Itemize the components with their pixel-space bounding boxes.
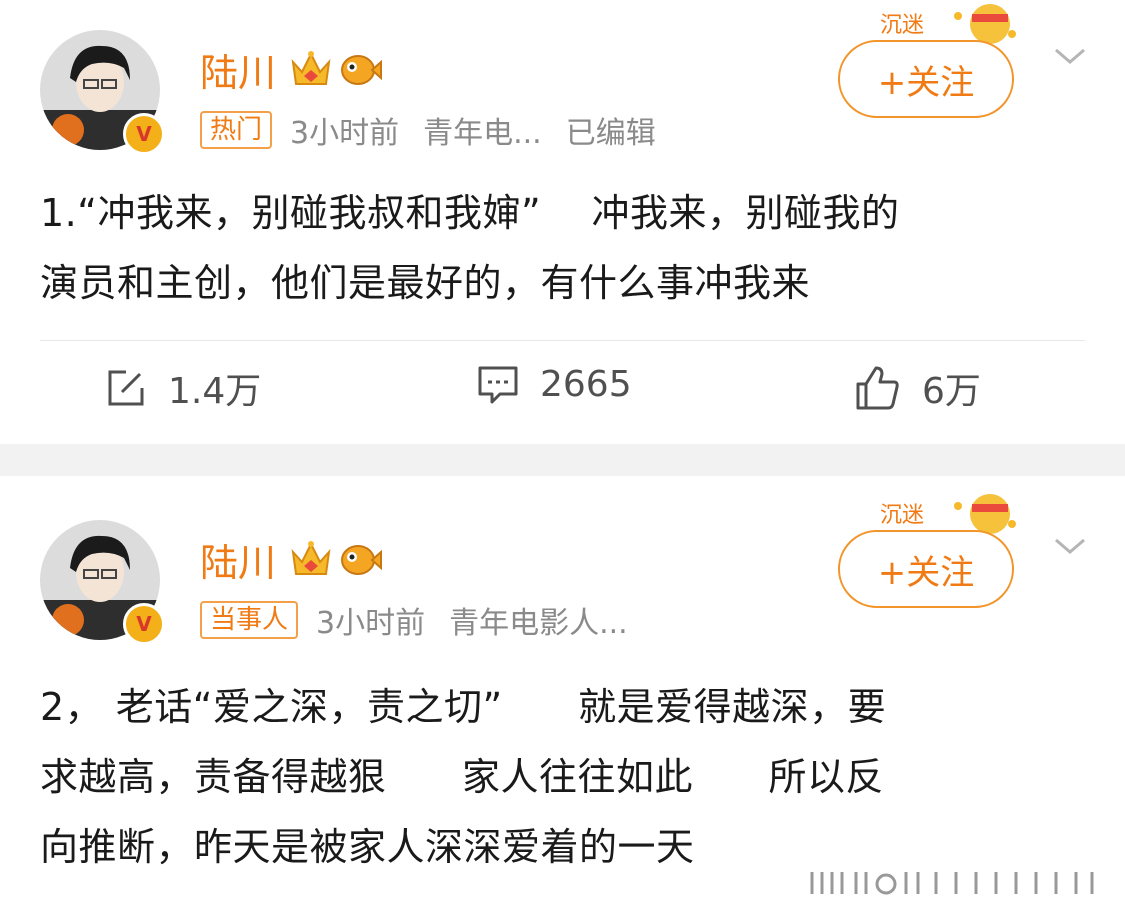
svg-text:沉迷: 沉迷 (880, 503, 924, 528)
action-bar: 1.4万 2665 6万 (0, 362, 1125, 422)
post-content: 1.“冲我来，别碰我叔和我婶” 冲我来，别碰我的 演员和主创，他们是最好的，有什… (40, 191, 900, 305)
author-name[interactable]: 陆川 (200, 532, 276, 587)
verified-v-icon: V (123, 113, 165, 155)
post-time: 3小时前 (316, 606, 426, 641)
chevron-down-icon[interactable] (1052, 44, 1088, 68)
like-button[interactable]: 6万 (854, 362, 981, 414)
party-tag[interactable]: 当事人 (200, 601, 299, 639)
author-avatar[interactable]: V (40, 30, 170, 160)
hot-tag[interactable]: 热门 (200, 111, 273, 149)
post-time: 3小时前 (290, 116, 400, 151)
chevron-down-icon[interactable] (1052, 534, 1088, 558)
author-name[interactable]: 陆川 (200, 42, 276, 97)
like-count: 6万 (922, 371, 981, 412)
post-meta: 热门 3小时前 青年电... 已编辑 (200, 108, 656, 152)
comment-button[interactable]: 2665 (476, 362, 632, 406)
repost-button[interactable]: 1.4万 (104, 362, 261, 414)
follow-button[interactable]: +关注 (838, 40, 1014, 118)
svg-text:沉迷: 沉迷 (880, 13, 924, 38)
fish-icon (341, 54, 383, 85)
crown-icon (291, 50, 331, 85)
divider (40, 340, 1085, 341)
post-content: 2， 老话“爱之深，责之切” 就是爱得越深，要 求越高，责备得越狠 家人往往如此… (40, 685, 887, 869)
edit-square-icon (108, 370, 144, 406)
author-name-row: 陆川 (200, 532, 383, 587)
comment-bubble-icon (478, 366, 518, 404)
post-separator (0, 444, 1125, 476)
post-source[interactable]: 青年电影人... (449, 598, 628, 642)
post-source[interactable]: 青年电... (423, 108, 542, 152)
verified-v-icon: V (123, 603, 165, 645)
post-meta: 当事人 3小时前 青年电影人... (200, 598, 628, 642)
author-name-row: 陆川 (200, 42, 383, 97)
edited-label: 已编辑 (565, 116, 656, 151)
weibo-post-2: V 陆川 当事人 3小时前 青年电影人... 沉迷 +关注 2， 老话“爱之深，… (0, 476, 1125, 921)
fish-icon (341, 544, 383, 575)
follow-button[interactable]: +关注 (838, 530, 1014, 608)
weibo-post-1: V 陆川 热门 3小时前 青年电... 已编辑 沉迷 +关注 1.“冲我来，别碰… (0, 0, 1125, 444)
comment-count: 2665 (540, 363, 632, 405)
watermark-scribble (810, 872, 1094, 895)
thumbs-up-icon (856, 366, 899, 410)
crown-icon (291, 540, 331, 575)
author-avatar[interactable]: V (40, 520, 170, 650)
repost-count: 1.4万 (168, 371, 262, 412)
